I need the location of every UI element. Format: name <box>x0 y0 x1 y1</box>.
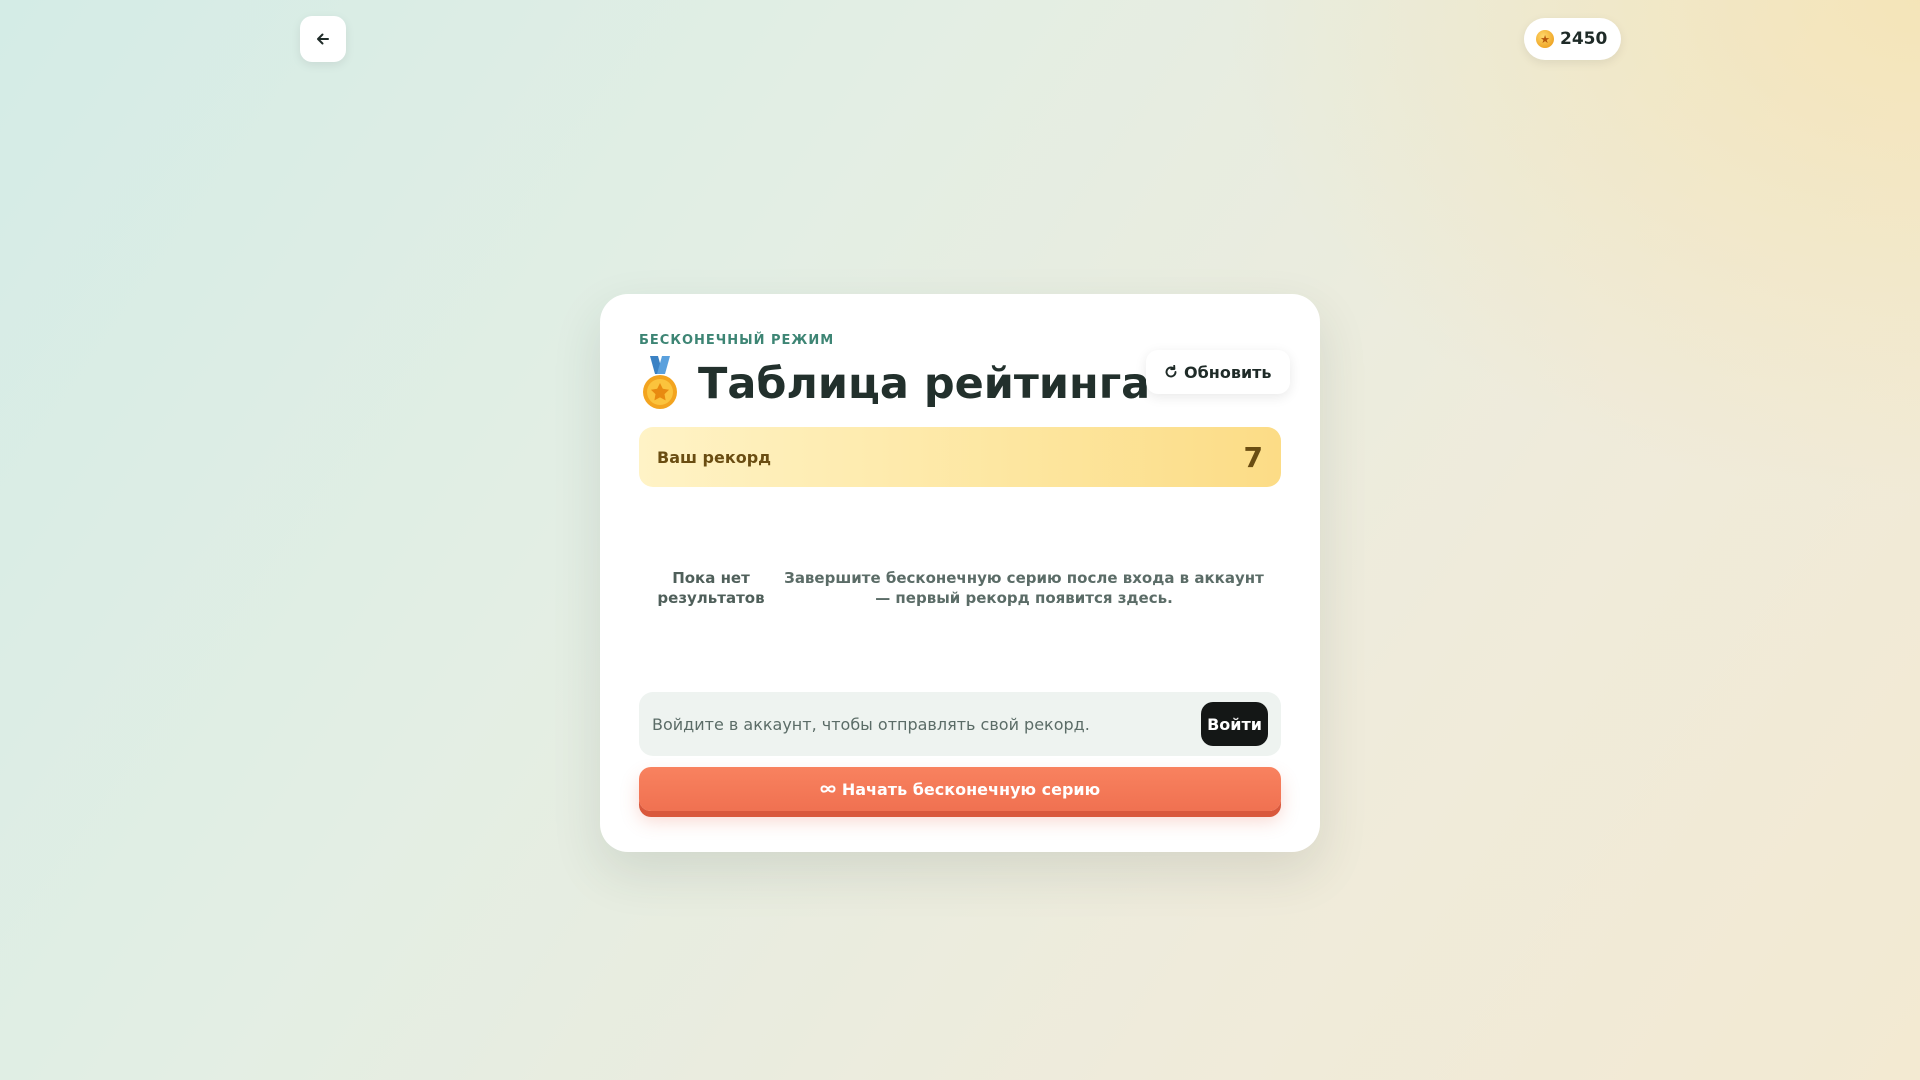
empty-state-text: Завершите бесконечную серию после входа … <box>784 569 1264 607</box>
empty-state: Пока нет результатов Завершите бесконечн… <box>639 568 1281 608</box>
login-button[interactable]: Войти <box>1201 702 1268 746</box>
arrow-left-icon <box>317 33 329 45</box>
empty-state-title: Пока нет результатов <box>657 569 765 607</box>
refresh-button[interactable]: Обновить <box>1146 350 1290 394</box>
leaderboard-card: БЕСКОНЕЧНЫЙ РЕЖИМ Таблица рейтинга Обнов… <box>600 294 1320 852</box>
mode-label: БЕСКОНЕЧНЫЙ РЕЖИМ <box>639 333 835 348</box>
medal-icon <box>636 356 684 412</box>
record-bar: Ваш рекорд 7 <box>639 427 1281 487</box>
login-prompt-text: Войдите в аккаунт, чтобы отправлять свой… <box>652 714 1090 734</box>
title-row: Таблица рейтинга <box>636 356 1150 412</box>
record-label: Ваш рекорд <box>657 447 772 467</box>
refresh-label: Обновить <box>1184 362 1272 382</box>
refresh-icon <box>1165 365 1177 378</box>
coin-count: 2450 <box>1560 29 1608 49</box>
coin-balance: ★ 2450 <box>1524 18 1622 60</box>
infinity-icon <box>820 785 836 793</box>
record-value: 7 <box>1243 440 1263 474</box>
back-button[interactable] <box>300 16 346 62</box>
page-title: Таблица рейтинга <box>698 359 1151 409</box>
start-endless-label: Начать бесконечную серию <box>841 779 1101 799</box>
start-endless-button[interactable]: Начать бесконечную серию <box>639 767 1281 811</box>
login-prompt: Войдите в аккаунт, чтобы отправлять свой… <box>639 692 1281 756</box>
coin-icon: ★ <box>1536 30 1554 48</box>
